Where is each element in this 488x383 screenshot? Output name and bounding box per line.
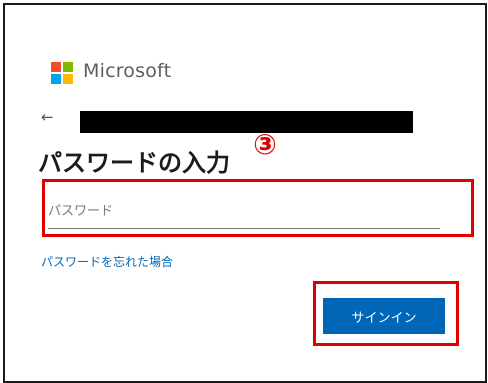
sign-in-button[interactable]: サインイン bbox=[323, 298, 445, 334]
microsoft-logo-icon bbox=[51, 62, 74, 85]
brand-name: Microsoft bbox=[83, 60, 172, 82]
arrow-left-icon[interactable]: ← bbox=[41, 107, 54, 127]
password-input[interactable] bbox=[48, 195, 440, 229]
redacted-account-email bbox=[80, 111, 413, 133]
forgot-password-link[interactable]: パスワードを忘れた場合 bbox=[41, 253, 173, 270]
page-title: パスワードの入力 bbox=[38, 149, 230, 177]
step-number-marker: ③ bbox=[253, 128, 277, 161]
